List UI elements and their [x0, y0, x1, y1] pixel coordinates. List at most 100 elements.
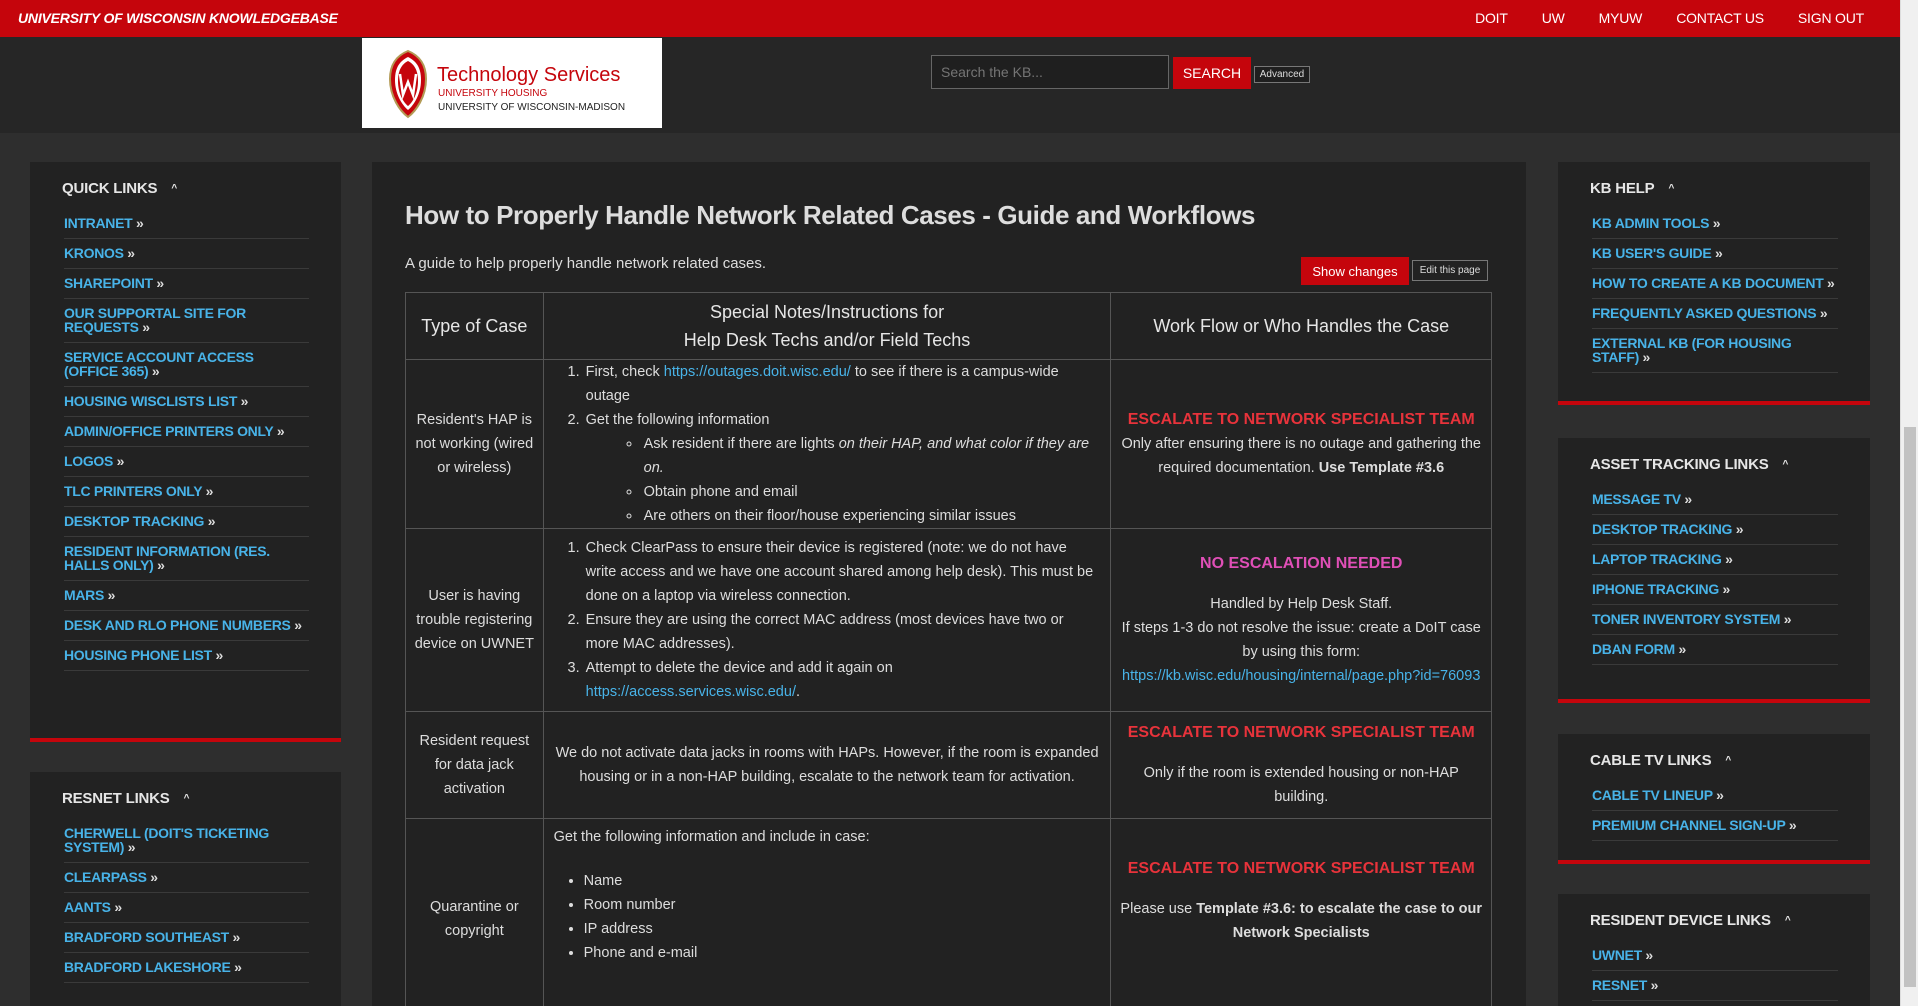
doit-form-link[interactable]: https://kb.wisc.edu/housing/internal/pag… [1122, 668, 1480, 684]
site-logo[interactable]: Technology Services UNIVERSITY HOUSING U… [362, 38, 662, 128]
list-item: SERVICE ACCOUNT ACCESS (OFFICE 365) » [64, 343, 309, 387]
double-chevron-right-icon: » [114, 899, 122, 915]
double-chevron-right-icon: » [1678, 641, 1686, 657]
link-create-kb-document[interactable]: HOW TO CREATE A KB DOCUMENT » [1592, 275, 1835, 291]
notes-cell: We do not activate data jacks in rooms w… [542, 711, 1112, 819]
site-brand[interactable]: UNIVERSITY OF WISCONSIN KNOWLEDGEBASE [18, 10, 338, 26]
link-wisclists[interactable]: HOUSING WISCLISTS LIST » [64, 393, 248, 409]
link-mars[interactable]: MARS » [64, 587, 115, 603]
chevron-up-icon[interactable]: ^ [1785, 915, 1791, 926]
link-supportal[interactable]: OUR SUPPORTAL SITE FOR REQUESTS » [64, 305, 246, 335]
double-chevron-right-icon: » [1819, 305, 1828, 321]
notes-list: Check ClearPass to ensure their device i… [584, 536, 1101, 704]
link-iphone-tracking[interactable]: IPHONE TRACKING » [1592, 581, 1730, 597]
chevron-up-icon[interactable]: ^ [1783, 459, 1789, 470]
double-chevron-right-icon: » [116, 453, 125, 469]
link-label: INTRANET [64, 215, 133, 231]
double-chevron-right-icon: » [1684, 491, 1692, 507]
link-desktop-tracking-right[interactable]: DESKTOP TRACKING » [1592, 521, 1744, 537]
resnet-links-heading[interactable]: RESNET LINKS ^ [62, 790, 341, 807]
link-kronos[interactable]: KRONOS » [64, 245, 135, 261]
table-row: Quarantine or copyright Get the followin… [405, 818, 1492, 1006]
chevron-up-icon[interactable]: ^ [171, 183, 177, 194]
link-service-account[interactable]: SERVICE ACCOUNT ACCESS (OFFICE 365) » [64, 349, 254, 379]
link-cherwell[interactable]: CHERWELL (DOIT'S TICKETING SYSTEM) » [64, 825, 269, 855]
link-bradford-lakeshore[interactable]: BRADFORD LAKESHORE » [64, 959, 242, 975]
cable-tv-heading[interactable]: CABLE TV LINKS ^ [1590, 752, 1870, 769]
table-row: Resident's HAP is not working (wired or … [405, 359, 1492, 529]
chevron-up-icon[interactable]: ^ [184, 793, 190, 804]
link-desktop-tracking[interactable]: DESKTOP TRACKING » [64, 513, 216, 529]
link-cable-tv-lineup[interactable]: CABLE TV LINEUP » [1592, 787, 1724, 803]
link-premium-channel[interactable]: PREMIUM CHANNEL SIGN-UP » [1592, 817, 1797, 833]
nav-doit[interactable]: DOIT [1475, 10, 1508, 26]
link-label: HOW TO CREATE A KB DOCUMENT [1592, 275, 1824, 291]
list-item: EXTERNAL KB (FOR HOUSING STAFF) » [1592, 329, 1838, 373]
list-item: TLC PRINTERS ONLY » [64, 477, 309, 507]
link-external-kb[interactable]: EXTERNAL KB (FOR HOUSING STAFF) » [1592, 335, 1792, 365]
chevron-up-icon[interactable]: ^ [1668, 183, 1674, 194]
double-chevron-right-icon: » [127, 839, 136, 855]
double-chevron-right-icon: » [156, 275, 164, 291]
page-scrollbar[interactable] [1900, 0, 1918, 1006]
link-bradford-southeast[interactable]: BRADFORD SOUTHEAST » [64, 929, 240, 945]
link-label: HOUSING WISCLISTS LIST [64, 393, 238, 409]
escalate-label: ESCALATE TO NETWORK SPECIALIST TEAM [1127, 724, 1475, 741]
link-clearpass[interactable]: CLEARPASS » [64, 869, 158, 885]
link-uwnet[interactable]: UWNET » [1592, 947, 1653, 963]
access-services-link[interactable]: https://access.services.wisc.edu/ [586, 684, 796, 700]
link-toner-inventory[interactable]: TONER INVENTORY SYSTEM » [1592, 611, 1792, 627]
link-logos[interactable]: LOGOS » [64, 453, 124, 469]
search-button[interactable]: SEARCH [1173, 57, 1251, 89]
list-item: Obtain phone and email [642, 480, 1101, 504]
resnet-links-list: CHERWELL (DOIT'S TICKETING SYSTEM) » CLE… [64, 819, 309, 983]
column-header-workflow: Work Flow or Who Handles the Case [1110, 292, 1492, 360]
link-desk-rlo-phones[interactable]: DESK AND RLO PHONE NUMBERS » [64, 617, 302, 633]
nav-myuw[interactable]: MYUW [1599, 10, 1643, 26]
link-kb-admin-tools[interactable]: KB ADMIN TOOLS » [1592, 215, 1721, 231]
link-tlc-printers[interactable]: TLC PRINTERS ONLY » [64, 483, 213, 499]
workflow-cell: ESCALATE TO NETWORK SPECIALIST TEAM Only… [1110, 359, 1492, 529]
link-resnet[interactable]: RESNET » [1592, 977, 1658, 993]
chevron-up-icon[interactable]: ^ [1725, 755, 1731, 766]
link-admin-printers[interactable]: ADMIN/OFFICE PRINTERS ONLY » [64, 423, 285, 439]
link-laptop-tracking[interactable]: LAPTOP TRACKING » [1592, 551, 1733, 567]
link-label: DBAN FORM [1592, 641, 1675, 657]
double-chevron-right-icon: » [1650, 977, 1659, 993]
link-kb-users-guide[interactable]: KB USER'S GUIDE » [1592, 245, 1723, 261]
link-label: MARS [64, 587, 105, 603]
link-resident-information[interactable]: RESIDENT INFORMATION (RES. HALLS ONLY) » [64, 543, 270, 573]
nav-sign-out[interactable]: SIGN OUT [1798, 10, 1864, 26]
list-item: FREQUENTLY ASKED QUESTIONS » [1592, 299, 1838, 329]
search-input[interactable] [931, 55, 1169, 89]
show-changes-button[interactable]: Show changes [1301, 257, 1409, 285]
outages-link[interactable]: https://outages.doit.wisc.edu/ [664, 364, 851, 380]
double-chevron-right-icon: » [1716, 787, 1724, 803]
list-item: HOUSING WISCLISTS LIST » [64, 387, 309, 417]
uw-crest-icon [388, 49, 428, 119]
nav-uw[interactable]: UW [1542, 10, 1565, 26]
list-item: MESSAGE TV » [1592, 485, 1838, 515]
asset-tracking-heading[interactable]: ASSET TRACKING LINKS ^ [1590, 456, 1870, 473]
advanced-search-button[interactable]: Advanced [1254, 66, 1310, 83]
quick-links-heading[interactable]: QUICK LINKS ^ [62, 180, 341, 197]
double-chevron-right-icon: » [1788, 817, 1797, 833]
edit-page-button[interactable]: Edit this page [1412, 260, 1488, 281]
scrollbar-thumb[interactable] [1904, 427, 1916, 987]
link-housing-phone-list[interactable]: HOUSING PHONE LIST » [64, 647, 223, 663]
asset-tracking-list: MESSAGE TV » DESKTOP TRACKING » LAPTOP T… [1592, 485, 1838, 665]
kb-help-heading[interactable]: KB HELP ^ [1590, 180, 1870, 197]
double-chevron-right-icon: » [1827, 275, 1835, 291]
header-line: Help Desk Techs and/or Field Techs [683, 330, 971, 350]
no-escalation-label: NO ESCALATION NEEDED [1200, 555, 1403, 572]
link-faq[interactable]: FREQUENTLY ASKED QUESTIONS » [1592, 305, 1828, 321]
link-message-tv[interactable]: MESSAGE TV » [1592, 491, 1692, 507]
note-text: Get the following information [585, 412, 770, 428]
link-sharepoint[interactable]: SHAREPOINT » [64, 275, 164, 291]
link-aants[interactable]: AANTS » [64, 899, 122, 915]
nav-contact-us[interactable]: CONTACT US [1676, 10, 1764, 26]
link-dban-form[interactable]: DBAN FORM » [1592, 641, 1686, 657]
resident-device-heading[interactable]: RESIDENT DEVICE LINKS ^ [1590, 912, 1870, 929]
double-chevron-right-icon: » [135, 215, 144, 231]
link-intranet[interactable]: INTRANET » [64, 215, 144, 231]
